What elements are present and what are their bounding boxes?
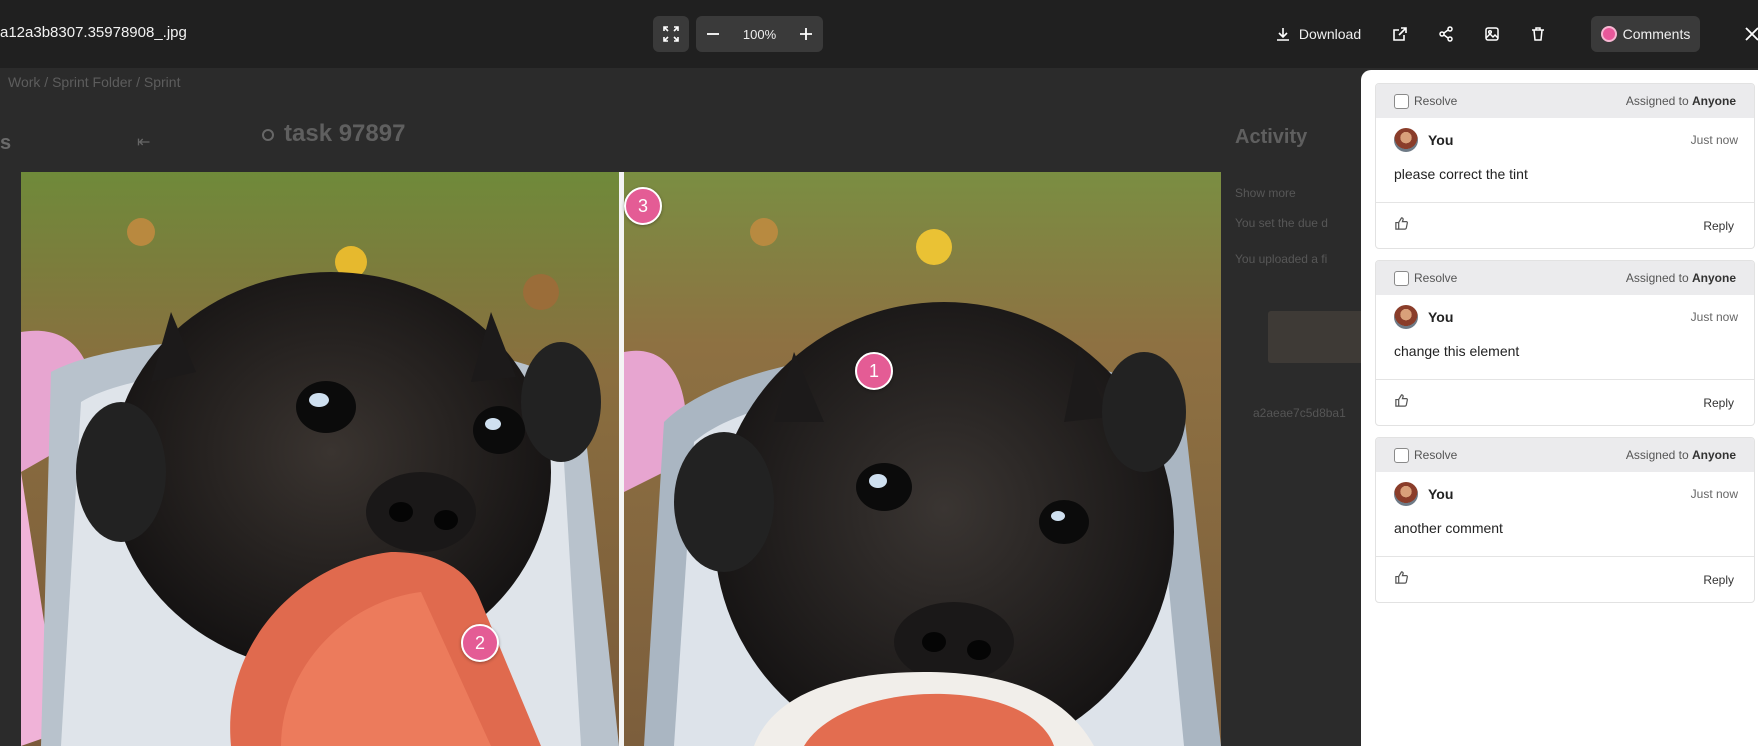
close-icon [1745, 27, 1758, 41]
annotation-marker[interactable]: 3 [624, 187, 662, 225]
like-button[interactable] [1394, 570, 1409, 590]
reply-button[interactable]: Reply [1703, 396, 1734, 410]
assigned-to[interactable]: Assigned to Anyone [1626, 271, 1736, 285]
assignee: Anyone [1691, 94, 1736, 108]
assigned-to[interactable]: Assigned to Anyone [1626, 448, 1736, 462]
activity-line: Show more [1235, 186, 1296, 200]
open-external-button[interactable] [1386, 16, 1414, 52]
close-viewer-button[interactable] [1742, 20, 1758, 48]
comment-header: Resolve Assigned to Anyone [1376, 84, 1754, 118]
image-version-left[interactable] [21, 172, 619, 746]
avatar [1394, 305, 1418, 329]
comment-text: change this element [1394, 343, 1520, 359]
status-dot-icon [262, 128, 274, 141]
assigned-prefix: Assigned to [1625, 94, 1689, 108]
like-button[interactable] [1394, 216, 1409, 236]
zoom-level: 100% [742, 26, 777, 42]
resolve-checkbox[interactable] [1394, 270, 1409, 286]
avatar [1394, 128, 1418, 152]
download-icon [1276, 28, 1289, 41]
assignee: Anyone [1691, 448, 1736, 462]
assigned-prefix: Assigned to [1625, 448, 1689, 462]
fit-screen-button[interactable] [653, 16, 689, 52]
thumbs-up-icon [1395, 393, 1408, 407]
reply-button[interactable]: Reply [1703, 219, 1734, 233]
annotation-marker[interactable]: 1 [855, 352, 893, 390]
assigned-prefix: Assigned to [1625, 271, 1689, 285]
share-button[interactable] [1432, 16, 1460, 52]
download-button[interactable]: Download [1270, 16, 1366, 52]
viewer-toolbar: a12a3b8307.35978908_.jpg 100% Download C… [0, 0, 1758, 68]
download-label: Download [1298, 26, 1362, 42]
fit-screen-icon [663, 26, 679, 42]
comment-time: Just now [1690, 310, 1738, 324]
resolve-label: Resolve [1414, 448, 1458, 462]
comment-author: You [1428, 309, 1454, 325]
zoom-in-button[interactable] [789, 16, 823, 52]
bat-photo-left [21, 172, 619, 746]
thumbs-up-icon [1395, 216, 1408, 230]
comment-time: Just now [1690, 487, 1738, 501]
avatar [1394, 482, 1418, 506]
task-title: task 97897 [262, 120, 405, 148]
comment-author-row: You Just now [1376, 118, 1754, 162]
comment-text: please correct the tint [1394, 166, 1528, 182]
annotation-marker[interactable]: 2 [461, 624, 499, 662]
assignee: Anyone [1691, 271, 1736, 285]
resolve-label: Resolve [1414, 271, 1458, 285]
thumbs-up-icon [1395, 570, 1408, 584]
resolve-label: Resolve [1414, 94, 1458, 108]
comments-panel: Resolve Assigned to Anyone You Just now … [1361, 70, 1758, 746]
collapse-arrow-icon: ⇤ [137, 134, 151, 151]
file-name: a12a3b8307.35978908_.jpg [0, 24, 187, 41]
image-button[interactable] [1478, 16, 1506, 52]
image-icon [1485, 27, 1499, 41]
comment-time: Just now [1690, 133, 1738, 147]
comment-footer: Reply [1376, 556, 1754, 602]
zoom-control: 100% [696, 16, 823, 52]
sidebar-title-fragment: s [0, 132, 12, 154]
trash-icon [1532, 27, 1544, 41]
comment-author: You [1428, 132, 1454, 148]
resolve-checkbox[interactable] [1394, 447, 1409, 463]
comment-author-row: You Just now [1376, 295, 1754, 339]
resolve-checkbox[interactable] [1394, 93, 1409, 109]
comment-footer: Reply [1376, 379, 1754, 425]
image-version-right[interactable] [624, 172, 1221, 746]
comment-card: Resolve Assigned to Anyone You Just now … [1375, 83, 1755, 249]
comment-header: Resolve Assigned to Anyone [1376, 261, 1754, 295]
zoom-out-button[interactable] [696, 16, 730, 52]
breadcrumb: Work / Sprint Folder / Sprint [8, 74, 181, 90]
activity-line: You uploaded a fi [1235, 252, 1328, 266]
activity-line: You set the due d [1235, 216, 1328, 230]
like-button[interactable] [1394, 393, 1409, 413]
comment-card: Resolve Assigned to Anyone You Just now … [1375, 260, 1755, 426]
delete-button[interactable] [1524, 16, 1552, 52]
activity-heading: Activity [1235, 126, 1308, 148]
comment-header: Resolve Assigned to Anyone [1376, 438, 1754, 472]
comments-toggle-button[interactable]: Comments [1591, 16, 1700, 52]
reply-button[interactable]: Reply [1703, 573, 1734, 587]
assigned-to[interactable]: Assigned to Anyone [1626, 94, 1736, 108]
share-icon [1439, 26, 1453, 42]
bat-photo-right [624, 172, 1221, 746]
activity-thumbnail [1268, 311, 1368, 363]
comment-footer: Reply [1376, 202, 1754, 248]
activity-hash: a2aeae7c5d8ba1 [1253, 406, 1346, 420]
comments-label: Comments [1622, 26, 1691, 42]
task-title-text: task 97897 [284, 120, 406, 147]
comments-icon [1600, 26, 1617, 42]
comment-author-row: You Just now [1376, 472, 1754, 516]
comment-author: You [1428, 486, 1454, 502]
comment-card: Resolve Assigned to Anyone You Just now … [1375, 437, 1755, 603]
plus-icon [800, 28, 812, 40]
external-link-icon [1393, 27, 1407, 41]
comment-text: another comment [1394, 520, 1503, 536]
minus-icon [707, 33, 719, 35]
